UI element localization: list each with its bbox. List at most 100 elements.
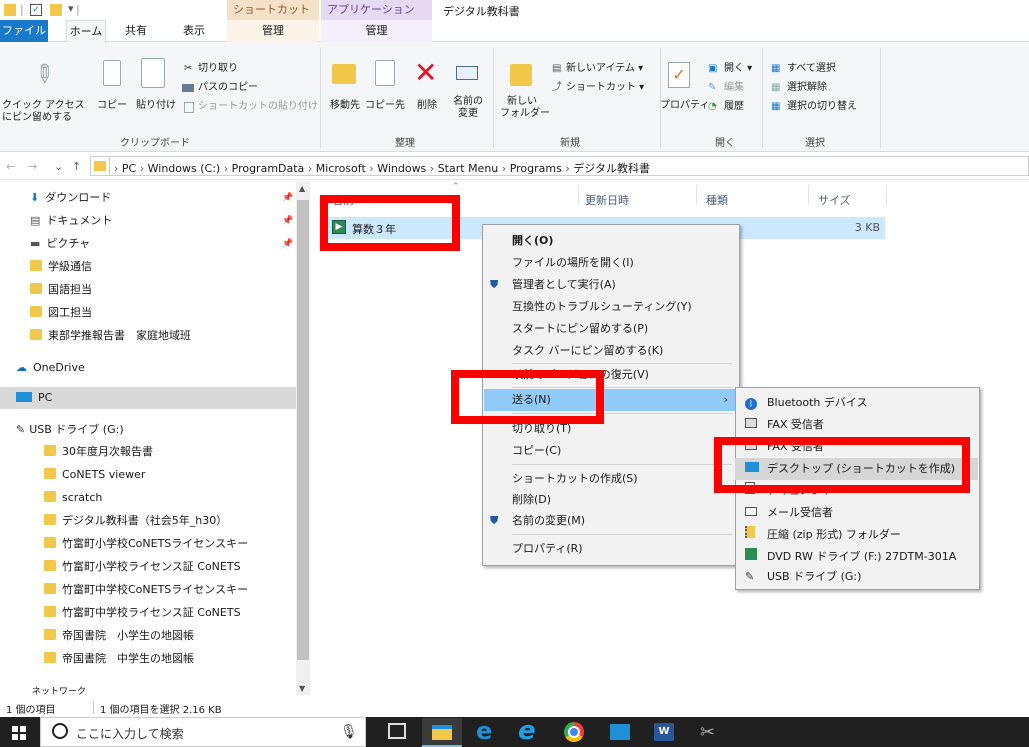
- scroll-down-icon[interactable]: ▼: [299, 684, 305, 693]
- chevron-right-icon: ›: [723, 393, 728, 406]
- cut-button[interactable]: 切り取り: [198, 62, 238, 76]
- submenu-item-dvd[interactable]: DVD RW ドライブ (F:) 27DTM-301A: [735, 546, 978, 568]
- nav-item-usb-folder[interactable]: 竹富町小学校ライセンス証 CoNETS: [0, 556, 296, 578]
- menu-item-create-shortcut[interactable]: ショートカットの作成(S): [482, 468, 738, 490]
- select-none-button[interactable]: 選択解除: [787, 81, 827, 95]
- open-button[interactable]: 開く ▾: [724, 62, 752, 76]
- copy-path-button[interactable]: パスのコピー: [198, 81, 258, 95]
- invert-selection-button[interactable]: 選択の切り替え: [787, 100, 857, 114]
- scroll-up-icon[interactable]: ▲: [299, 184, 305, 193]
- paste-shortcut-button[interactable]: ショートカットの貼り付け: [198, 100, 318, 114]
- search-input[interactable]: ここに入力して検索: [76, 725, 184, 742]
- highlight-box-desktop: [714, 437, 970, 493]
- delete-button[interactable]: 削除: [412, 100, 442, 112]
- copy-to-button[interactable]: コピー先: [365, 100, 405, 112]
- forward-icon[interactable]: →: [28, 160, 37, 173]
- nav-item-usb-folder[interactable]: 竹富町中学校ライセンス証 CoNETS: [0, 602, 296, 624]
- select-all-button[interactable]: すべて選択: [787, 62, 836, 76]
- nav-item-folder[interactable]: 東部学推報告書 家庭地域班: [0, 325, 296, 347]
- nav-label: PC: [38, 391, 53, 404]
- crumb-pc[interactable]: PC: [122, 162, 136, 175]
- tab-share[interactable]: 共有: [118, 20, 154, 42]
- properties-qa-icon[interactable]: ✓: [30, 4, 42, 16]
- menu-item-rename[interactable]: ⛊ 名前の変更(M): [482, 510, 738, 532]
- nav-scrollbar-thumb[interactable]: [297, 200, 309, 660]
- nav-item-usb-folder[interactable]: 竹富町中学校CoNETSライセンスキー: [0, 579, 296, 601]
- paste-button[interactable]: 貼り付け: [136, 100, 176, 112]
- nav-item-pc[interactable]: PC: [0, 387, 296, 409]
- menu-item-open-location[interactable]: ファイルの場所を開く(I): [482, 252, 738, 274]
- copy-button[interactable]: コピー: [92, 100, 132, 112]
- edge-icon[interactable]: e: [476, 717, 492, 745]
- column-type[interactable]: 種類: [706, 192, 728, 208]
- new-item-button[interactable]: 新しいアイテム ▾: [566, 62, 643, 76]
- menu-item-run-as-admin[interactable]: ⛊ 管理者として実行(A): [482, 274, 738, 296]
- nav-label: 学級通信: [48, 260, 92, 273]
- easy-access-button[interactable]: ショートカット ▾: [566, 81, 644, 95]
- snipping-tool-icon[interactable]: ✂: [700, 722, 715, 743]
- submenu-item-zip[interactable]: 圧縮 (zip 形式) フォルダー: [735, 524, 978, 546]
- edit-button[interactable]: 編集: [724, 81, 744, 95]
- crumb-windows-c[interactable]: Windows (C:): [148, 162, 221, 175]
- new-folder-button[interactable]: 新しい フォルダー: [500, 96, 550, 120]
- nav-item-usb-folder[interactable]: デジタル教科書（社会5年_h30）: [0, 510, 296, 532]
- menu-item-troubleshoot[interactable]: 互換性のトラブルシューティング(Y): [482, 296, 738, 318]
- submenu-item-mail[interactable]: メール受信者: [735, 502, 978, 524]
- pin-quick-access-button[interactable]: クイック アクセス にピン留めする: [2, 100, 85, 124]
- paste-icon: [141, 58, 165, 88]
- start-button[interactable]: [12, 726, 26, 740]
- nav-item-usb-folder[interactable]: 帝国書院 小学生の地図帳: [0, 625, 296, 647]
- tab-manage-shortcut[interactable]: 管理: [227, 20, 319, 42]
- menu-item-properties[interactable]: プロパティ(R): [482, 538, 738, 560]
- submenu-item-fax[interactable]: FAX 受信者: [735, 414, 978, 436]
- microphone-icon[interactable]: 🎙: [340, 724, 358, 740]
- tab-file[interactable]: ファイル: [0, 20, 48, 42]
- column-size[interactable]: サイズ: [818, 192, 851, 208]
- internet-explorer-icon[interactable]: e: [518, 716, 536, 746]
- crumb-microsoft[interactable]: Microsoft: [316, 162, 366, 175]
- menu-item-pin-taskbar[interactable]: タスク バーにピン留めする(K): [482, 340, 738, 362]
- nav-item-documents[interactable]: ▤ ドキュメント 📌: [0, 210, 296, 232]
- nav-item-downloads[interactable]: ⬇ ダウンロード 📌: [0, 187, 296, 209]
- history-button[interactable]: 履歴: [724, 100, 744, 114]
- mail-icon: [745, 502, 757, 524]
- nav-item-usb-folder[interactable]: scratch: [0, 487, 296, 509]
- nav-item-folder[interactable]: 図工担当: [0, 302, 296, 324]
- submenu-item-bluetooth[interactable]: ᛒ Bluetooth デバイス: [735, 392, 978, 414]
- tab-manage-app[interactable]: 管理: [321, 20, 432, 42]
- menu-item-open[interactable]: 開く(O): [482, 230, 738, 252]
- menu-item-copy[interactable]: コピー(C): [482, 440, 738, 462]
- nav-item-usb[interactable]: ✎ USB ドライブ (G:): [0, 419, 296, 441]
- nav-item-usb-folder[interactable]: 帝国書院 中学生の地図帳: [0, 648, 296, 670]
- menu-item-pin-start[interactable]: スタートにピン留めする(P): [482, 318, 738, 340]
- nav-item-usb-folder[interactable]: 30年度月次報告書: [0, 441, 296, 463]
- qa-customize-icon[interactable]: ▾: [68, 2, 74, 15]
- nav-item-pictures[interactable]: ▬ ピクチャ 📌: [0, 233, 296, 255]
- nav-item-usb-folder[interactable]: 竹富町小学校CoNETSライセンスキー: [0, 533, 296, 555]
- menu-item-label: ファイルの場所を開く(I): [512, 256, 634, 269]
- nav-item-folder[interactable]: 学級通信: [0, 256, 296, 278]
- crumb-digital-textbook[interactable]: デジタル教科書: [573, 162, 650, 175]
- app-icon[interactable]: [610, 724, 630, 740]
- crumb-windows[interactable]: Windows: [377, 162, 426, 175]
- back-icon[interactable]: ←: [6, 160, 15, 173]
- new-folder-qa-icon[interactable]: [50, 4, 62, 16]
- column-date[interactable]: 更新日時: [585, 192, 629, 208]
- nav-item-usb-folder[interactable]: CoNETS viewer: [0, 464, 296, 486]
- properties-button[interactable]: プロパティ: [660, 100, 709, 112]
- task-view-icon[interactable]: [388, 723, 406, 739]
- up-icon[interactable]: ↑: [72, 160, 81, 173]
- nav-item-folder[interactable]: 国語担当: [0, 279, 296, 301]
- nav-item-onedrive[interactable]: ☁ OneDrive: [0, 357, 296, 379]
- crumb-start-menu[interactable]: Start Menu: [438, 162, 499, 175]
- word-icon[interactable]: W: [654, 723, 674, 741]
- crumb-programs[interactable]: Programs: [510, 162, 562, 175]
- tab-home[interactable]: ホーム: [66, 20, 106, 42]
- submenu-item-usb[interactable]: ✎ USB ドライブ (G:): [735, 566, 978, 588]
- rename-button[interactable]: 名前の 変更: [448, 96, 488, 120]
- recent-icon[interactable]: ⌄: [54, 160, 63, 173]
- menu-item-delete[interactable]: 削除(D): [482, 489, 738, 511]
- tab-view[interactable]: 表示: [176, 20, 212, 42]
- crumb-programdata[interactable]: ProgramData: [232, 162, 305, 175]
- move-to-button[interactable]: 移動先: [330, 100, 360, 112]
